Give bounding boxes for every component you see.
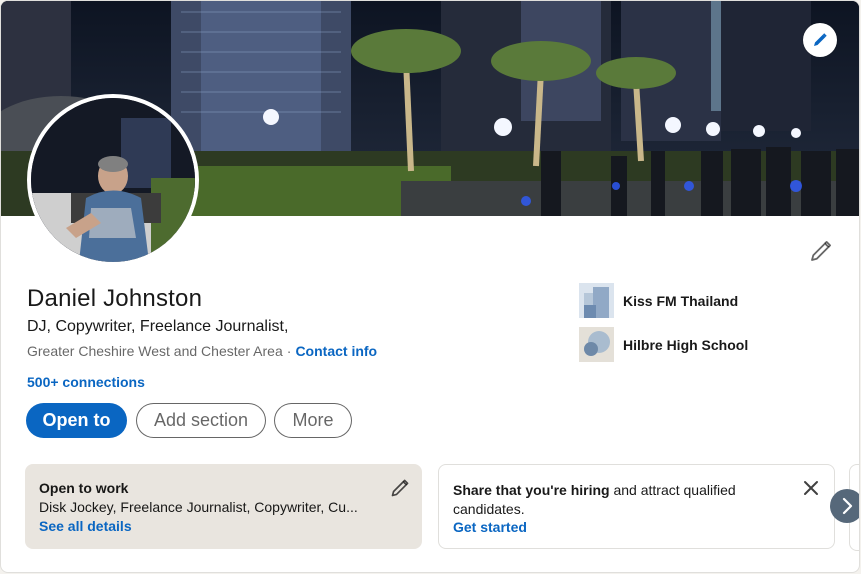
profile-name: Daniel Johnston — [27, 285, 203, 312]
pencil-icon — [391, 479, 409, 497]
profile-card: Daniel Johnston DJ, Copywriter, Freelanc… — [0, 0, 860, 573]
contact-info-link[interactable]: Contact info — [295, 343, 377, 359]
dismiss-hiring-button[interactable] — [800, 477, 822, 499]
school-logo-icon — [579, 327, 614, 362]
connections-link[interactable]: 500+ connections — [27, 374, 145, 390]
open-to-button[interactable]: Open to — [26, 403, 127, 438]
profile-photo — [31, 98, 195, 262]
open-to-work-card[interactable]: Open to work Disk Jockey, Freelance Jour… — [25, 464, 422, 549]
open-to-work-description: Disk Jockey, Freelance Journalist, Copyw… — [39, 499, 358, 515]
hiring-bold-text: Share that you're hiring — [453, 482, 610, 498]
profile-headline: DJ, Copywriter, Freelance Journalist, — [27, 318, 289, 335]
profile-location: Greater Cheshire West and Chester Area — [27, 343, 283, 359]
open-to-work-title: Open to work — [39, 480, 129, 496]
pencil-icon — [811, 241, 831, 261]
location-row: Greater Cheshire West and Chester Area · C… — [27, 343, 377, 359]
chevron-right-icon — [842, 497, 853, 515]
see-all-details-link[interactable]: See all details — [39, 518, 132, 534]
add-section-button[interactable]: Add section — [136, 403, 266, 438]
hiring-card: Share that you're hiring and attract qua… — [438, 464, 835, 549]
company-logo-icon — [579, 283, 614, 318]
edit-cover-button[interactable] — [803, 23, 837, 57]
edit-open-to-work-button[interactable] — [390, 478, 410, 498]
pencil-icon — [814, 33, 827, 46]
school-item[interactable]: Hilbre High School — [579, 327, 748, 362]
close-icon — [804, 481, 818, 495]
more-button[interactable]: More — [274, 403, 352, 438]
separator: · — [286, 343, 292, 359]
hiring-text: Share that you're hiring and attract qua… — [453, 481, 783, 519]
company-item[interactable]: Kiss FM Thailand — [579, 283, 738, 318]
avatar[interactable] — [27, 94, 199, 266]
edit-intro-button[interactable] — [805, 235, 837, 267]
school-name: Hilbre High School — [623, 336, 749, 353]
get-started-link[interactable]: Get started — [453, 519, 527, 535]
company-name: Kiss FM Thailand — [623, 292, 739, 309]
carousel-next-button[interactable] — [830, 489, 859, 523]
